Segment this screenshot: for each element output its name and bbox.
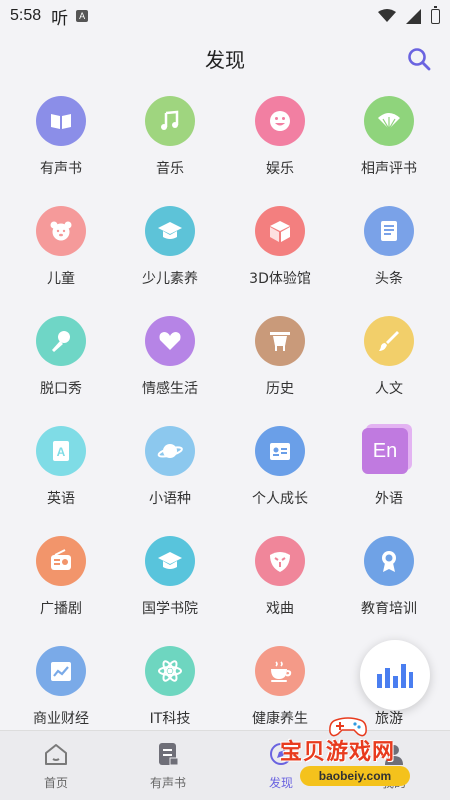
category-label: 少儿素养 — [142, 271, 198, 287]
category-it-tech[interactable]: IT科技 — [115, 634, 225, 730]
ancient-vessel-icon — [255, 316, 305, 366]
search-icon[interactable] — [406, 46, 432, 72]
nav-label: 首页 — [43, 776, 68, 790]
opera-mask-icon — [255, 536, 305, 586]
trend-chart-icon — [36, 646, 86, 696]
category-label: 相声评书 — [361, 161, 417, 177]
award-ribbon-icon — [364, 536, 414, 586]
heart-icon — [145, 316, 195, 366]
category-emotion[interactable]: 情感生活 — [115, 304, 225, 414]
category-label: 人文 — [375, 381, 403, 397]
planet-icon — [145, 426, 195, 476]
category-label: 脱口秀 — [40, 381, 82, 397]
category-label: 国学书院 — [142, 601, 198, 617]
listen-app-icon: 听 — [51, 8, 69, 29]
category-history[interactable]: 历史 — [225, 304, 335, 414]
radio-icon — [36, 536, 86, 586]
category-minor-languages[interactable]: 小语种 — [115, 414, 225, 524]
category-label: 音乐 — [156, 161, 184, 177]
battery-icon — [431, 5, 440, 24]
smile-icon — [255, 96, 305, 146]
en-language-icon: En — [362, 428, 408, 474]
category-label: 广播剧 — [40, 601, 82, 617]
category-music[interactable]: 音乐 — [115, 84, 225, 194]
category-label: 头条 — [375, 271, 403, 287]
category-label: 健康养生 — [252, 711, 308, 727]
category-crosstalk[interactable]: 相声评书 — [334, 84, 444, 194]
wifi-icon — [378, 9, 396, 22]
status-bar: 5:58 听 A — [0, 0, 450, 32]
category-english[interactable]: A 英语 — [6, 414, 116, 524]
category-label: IT科技 — [149, 711, 191, 727]
cube-icon — [255, 206, 305, 256]
category-label: 情感生活 — [142, 381, 198, 397]
audio-bars-icon — [377, 664, 413, 688]
category-children[interactable]: 儿童 — [6, 194, 116, 304]
nav-discover[interactable]: 发现 — [225, 731, 337, 800]
nav-home[interactable]: 首页 — [0, 731, 112, 800]
signal-icon — [406, 8, 421, 24]
document-icon — [159, 743, 179, 766]
category-grid: 有声书 音乐 娱乐 相声评书 儿童 少儿素养 3D体验馆 头条 脱口秀 情感生活… — [0, 84, 450, 730]
category-label: 小语种 — [149, 491, 191, 507]
nav-label: 发现 — [268, 776, 293, 790]
letter-a-card-icon: A — [36, 426, 86, 476]
microphone-icon — [36, 316, 86, 366]
category-opera[interactable]: 戏曲 — [225, 524, 335, 634]
category-audiobook[interactable]: 有声书 — [6, 84, 116, 194]
atom-icon — [145, 646, 195, 696]
category-label: 3D体验馆 — [249, 271, 311, 287]
category-health[interactable]: 健康养生 — [225, 634, 335, 730]
category-humanities[interactable]: 人文 — [334, 304, 444, 414]
scholar-cap-icon — [145, 536, 195, 586]
nav-label: 我的 — [381, 776, 406, 790]
category-sinology[interactable]: 国学书院 — [115, 524, 225, 634]
category-headlines[interactable]: 头条 — [334, 194, 444, 304]
graduation-cap-icon — [145, 206, 195, 256]
category-label: 娱乐 — [266, 161, 294, 177]
svg-text:A: A — [57, 445, 66, 459]
profile-icon — [385, 745, 403, 765]
compass-icon — [270, 743, 292, 765]
bear-icon — [36, 206, 86, 256]
category-label: 商业财经 — [33, 711, 89, 727]
status-time: 5:58 — [10, 7, 42, 24]
en-language-text: En — [372, 439, 398, 462]
category-entertainment[interactable]: 娱乐 — [225, 84, 335, 194]
brush-icon — [364, 316, 414, 366]
id-card-icon — [255, 426, 305, 476]
category-kids-literacy[interactable]: 少儿素养 — [115, 194, 225, 304]
category-label: 历史 — [266, 381, 294, 397]
home-icon — [45, 744, 67, 765]
header: 发现 — [0, 32, 450, 84]
category-3d[interactable]: 3D体验馆 — [225, 194, 335, 304]
category-label: 有声书 — [40, 161, 82, 177]
category-talkshow[interactable]: 脱口秀 — [6, 304, 116, 414]
category-label: 戏曲 — [266, 601, 294, 617]
category-label: 儿童 — [47, 271, 75, 287]
teacup-icon — [255, 646, 305, 696]
a-badge-icon: A — [76, 10, 89, 22]
category-label: 个人成长 — [252, 491, 308, 507]
nav-mine[interactable]: 我的 — [338, 731, 450, 800]
nav-audiobooks[interactable]: 有声书 — [112, 731, 224, 800]
category-label: 旅游 — [375, 711, 403, 727]
player-fab-button[interactable] — [360, 640, 430, 710]
music-note-icon — [145, 96, 195, 146]
category-label: 教育培训 — [361, 601, 417, 617]
page-title: 发现 — [205, 47, 245, 72]
nav-label: 有声书 — [149, 776, 186, 790]
category-foreign-language[interactable]: En 外语 — [334, 414, 444, 524]
book-icon — [36, 96, 86, 146]
news-icon — [364, 206, 414, 256]
category-education[interactable]: 教育培训 — [334, 524, 444, 634]
category-radio-drama[interactable]: 广播剧 — [6, 524, 116, 634]
category-label: 外语 — [375, 491, 403, 507]
fan-icon — [364, 96, 414, 146]
bottom-nav: 首页 有声书 发现 我的 — [0, 730, 450, 800]
category-business[interactable]: 商业财经 — [6, 634, 116, 730]
category-label: 英语 — [47, 491, 75, 507]
category-personal-growth[interactable]: 个人成长 — [225, 414, 335, 524]
